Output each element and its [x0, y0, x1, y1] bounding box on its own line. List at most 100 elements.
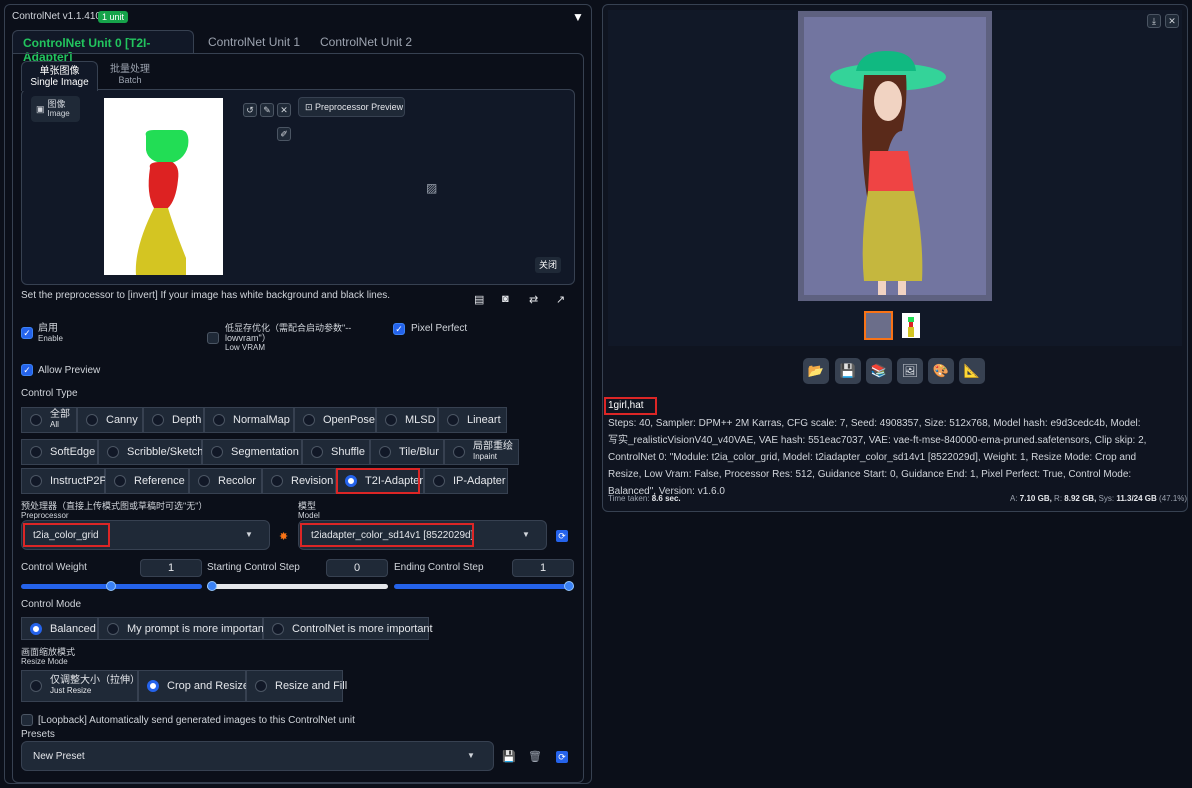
ending-step-handle[interactable] [564, 581, 574, 591]
preprocessor-preview-button[interactable]: ⊡ Preprocessor Preview [298, 97, 405, 117]
tab-unit-0[interactable]: ControlNet Unit 0 [T2I-Adapter] [12, 30, 194, 64]
time-taken: Time taken: 8.6 sec. [608, 494, 681, 503]
image-icon: ▣ [36, 103, 45, 114]
send-extras-icon[interactable]: 📐 [959, 358, 985, 384]
resize-mode-label: 画面缩放模式 Resize Mode [21, 647, 76, 667]
allow-preview-checkbox[interactable]: ✓ [21, 364, 33, 376]
control-type-canny[interactable]: Canny [77, 407, 143, 433]
eraser-icon[interactable]: ✎ [260, 103, 274, 117]
tab-batch[interactable]: 批量处理 Batch [104, 65, 156, 86]
starting-step-slider[interactable] [207, 584, 388, 589]
download-icon[interactable]: ⤓ [1147, 14, 1161, 28]
control-type-tile[interactable]: Tile/Blur [370, 439, 444, 465]
chevron-down-icon: ▼ [245, 530, 253, 539]
model-highlight [300, 523, 474, 547]
swap-icon[interactable]: ⇄ [529, 293, 538, 306]
loopback-label: [Loopback] Automatically send generated … [38, 715, 355, 726]
send-img2img-icon[interactable]: 🖼 [897, 358, 923, 384]
refresh-presets-icon[interactable]: ⟳ [556, 751, 568, 763]
control-type-recolor[interactable]: Recolor [189, 468, 262, 494]
close-icon[interactable]: ✕ [1165, 14, 1179, 28]
save-icon[interactable]: 💾 [835, 358, 861, 384]
control-type-scribble[interactable]: Scribble/Sketch [98, 439, 203, 465]
ending-step-label: Ending Control Step [394, 562, 484, 573]
allow-preview-label: Allow Preview [38, 365, 101, 376]
tab-unit-2[interactable]: ControlNet Unit 2 [310, 30, 422, 54]
preset-dropdown[interactable]: New Preset ▼ [21, 741, 494, 771]
control-type-depth[interactable]: Depth [143, 407, 204, 433]
control-type-ip-adapter[interactable]: IP-Adapter [424, 468, 508, 494]
presets-label: Presets [21, 729, 55, 740]
enable-label: 启用 Enable [38, 323, 63, 344]
save-preset-icon[interactable]: 💾 [502, 750, 516, 763]
starting-step-handle[interactable] [207, 581, 217, 591]
control-type-all[interactable]: 全部 All [21, 407, 77, 433]
control-mode-controlnet[interactable]: ControlNet is more important [263, 617, 433, 640]
enable-checkbox[interactable]: ✓ [21, 327, 33, 339]
control-type-softedge[interactable]: SoftEdge [21, 439, 98, 465]
generated-image[interactable] [798, 11, 992, 301]
clear-icon[interactable]: ✕ [277, 103, 291, 117]
preview-icon: ⊡ [305, 102, 316, 112]
control-type-inpaint[interactable]: 局部重绘 Inpaint [444, 439, 519, 465]
unit-count-badge: 1 unit [98, 11, 129, 23]
pixel-perfect-label: Pixel Perfect [411, 323, 468, 334]
generation-info: Steps: 40, Sampler: DPM++ 2M Karras, CFG… [608, 418, 1147, 497]
refresh-icon[interactable]: ⟳ [556, 530, 568, 542]
tab-single-image[interactable]: 单张图像 Single Image [21, 61, 98, 91]
prompt-text: 1girl,hat [608, 400, 644, 411]
lowvram-checkbox[interactable] [207, 332, 219, 344]
preprocessor-highlight [23, 523, 110, 547]
model-label: 模型 Model [298, 501, 320, 521]
control-type-shuffle[interactable]: Shuffle [302, 439, 370, 465]
starting-step-input[interactable]: 0 [326, 559, 388, 577]
close-button[interactable]: 关闭 [535, 257, 561, 273]
control-type-normalmap[interactable]: NormalMap [204, 407, 294, 433]
control-type-label: Control Type [21, 388, 78, 399]
zip-icon[interactable]: 📚 [866, 358, 892, 384]
control-mode-balanced[interactable]: Balanced [21, 617, 98, 640]
image-placeholder-icon: ▨ [426, 181, 438, 195]
send-dimensions-icon[interactable]: ↗ [556, 293, 565, 306]
control-type-revision[interactable]: Revision [262, 468, 336, 494]
control-type-mlsd[interactable]: MLSD [376, 407, 438, 433]
thumbnail-control[interactable] [902, 313, 920, 338]
resize-mode-resize-fill[interactable]: Resize and Fill [246, 670, 347, 702]
control-type-reference[interactable]: Reference [105, 468, 189, 494]
ending-step-slider[interactable] [394, 584, 574, 589]
tab-unit-1[interactable]: ControlNet Unit 1 [198, 30, 310, 54]
control-weight-input[interactable]: 1 [140, 559, 202, 577]
control-type-openpose[interactable]: OpenPose [294, 407, 376, 433]
open-folder-icon[interactable]: 📂 [803, 358, 829, 384]
run-preprocessor-icon[interactable]: ✸ [279, 530, 288, 543]
camera-icon[interactable]: ◙ [502, 293, 509, 305]
delete-preset-icon[interactable]: 🗑 [528, 750, 542, 763]
chevron-down-icon: ▼ [522, 530, 530, 539]
starting-step-label: Starting Control Step [207, 562, 300, 573]
loopback-checkbox[interactable] [21, 714, 33, 726]
collapse-icon[interactable]: ▼ [572, 10, 584, 24]
preprocessor-label: 预处理器（直接上传模式图或草稿时可选"无"） Preprocessor [21, 501, 208, 521]
control-image [104, 98, 223, 275]
ending-step-input[interactable]: 1 [512, 559, 574, 577]
control-type-instructp2p[interactable]: InstructP2P [21, 468, 107, 494]
resize-mode-crop-resize[interactable]: Crop and Resize [138, 670, 249, 702]
pixel-perfect-checkbox[interactable]: ✓ [393, 323, 405, 335]
control-type-segmentation[interactable]: Segmentation [202, 439, 302, 465]
new-canvas-icon[interactable]: ▤ [474, 293, 484, 306]
control-weight-handle[interactable] [106, 581, 116, 591]
thumbnail-output[interactable] [864, 311, 893, 340]
hint-text: Set the preprocessor to [invert] If your… [21, 290, 391, 301]
undo-icon[interactable]: ↺ [243, 103, 257, 117]
brush-icon[interactable]: ✐ [277, 127, 291, 141]
control-type-lineart[interactable]: Lineart [438, 407, 507, 433]
control-mode-prompt[interactable]: My prompt is more important [98, 617, 267, 640]
chevron-down-icon: ▼ [467, 751, 475, 760]
send-inpaint-icon[interactable]: 🎨 [928, 358, 954, 384]
resize-mode-just-resize[interactable]: 仅调整大小（拉伸） Just Resize [21, 670, 140, 702]
t2i-adapter-highlight [336, 468, 420, 494]
lowvram-label: 低显存优化（需配合启动参数"--lowvram"） Low VRAM [225, 323, 352, 352]
image-label: ▣ 图像 Image [31, 96, 80, 122]
memory-stats: A: 7.10 GB, R: 8.92 GB, Sys: 11.3/24 GB … [1010, 494, 1188, 503]
control-weight-label: Control Weight [21, 562, 87, 573]
